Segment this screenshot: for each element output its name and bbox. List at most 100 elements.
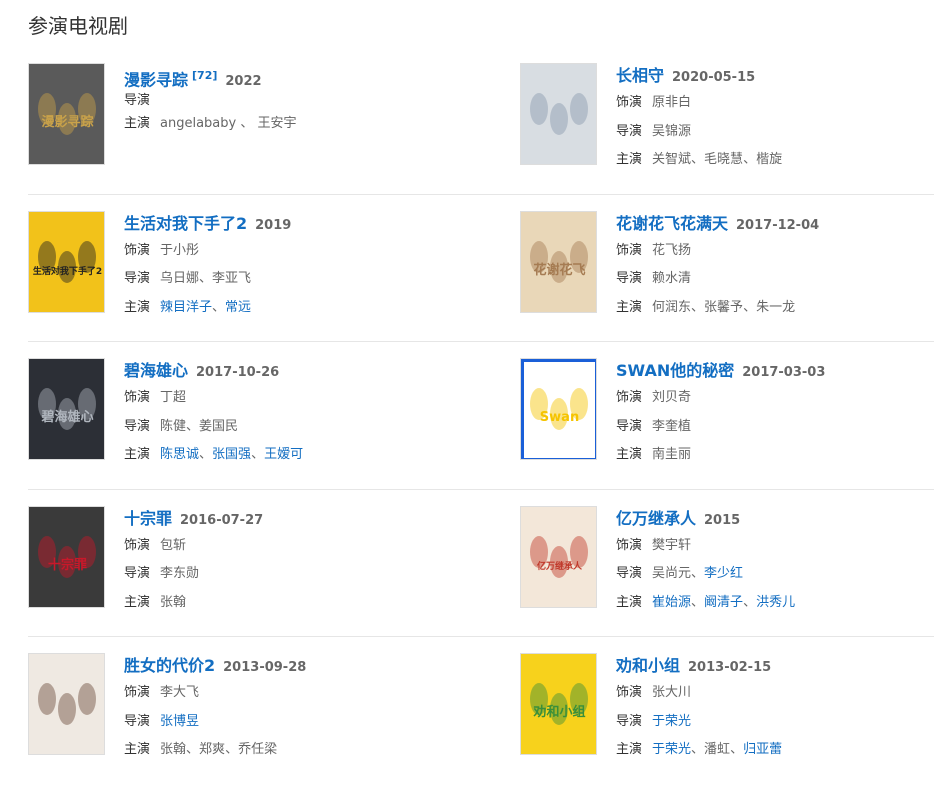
credit-line: 主演 张翰: [124, 589, 464, 618]
credit-label: 导演: [616, 566, 643, 581]
person-name: 李大飞: [160, 685, 200, 700]
credit-line: 饰演 包斩: [124, 532, 464, 561]
person-name: angelababy: [160, 116, 237, 131]
person-name: 姜国民: [199, 418, 239, 434]
drama-title-link[interactable]: 胜女的代价2: [124, 656, 215, 675]
separator: 、: [212, 299, 226, 315]
person-link[interactable]: 李少红: [704, 566, 743, 581]
citation-link[interactable]: [72]: [192, 69, 217, 82]
credit-label: 饰演: [124, 685, 151, 700]
drama-item: 生活对我下手了2 生活对我下手了2 2019 饰演 于小彤 导演 乌日娜、李亚飞 主演 辣目洋子…: [28, 210, 468, 319]
drama-title-line: 碧海雄心 2017-10-26: [124, 358, 464, 384]
drama-poster[interactable]: 生活对我下手了2: [28, 210, 105, 313]
person-name: 关智斌: [652, 152, 692, 167]
drama-item: 花谢花飞 花谢花飞花满天 2017-12-04 饰演 花飞扬 导演 赖水清 主演 何润东、张馨予…: [520, 210, 934, 319]
credit-label: 主演: [616, 594, 643, 610]
credit-label: 主演: [124, 116, 151, 131]
person-name: 吴锦源: [652, 123, 692, 139]
drama-info: 亿万继承人 2015 饰演 樊宇轩 导演 吴尚元、李少红 主演 崔始源、阚清子、洪秀儿: [616, 506, 934, 618]
person-name: 毛晓慧: [704, 152, 744, 167]
person-link[interactable]: 辣目洋子: [160, 300, 212, 315]
person-link[interactable]: 常远: [225, 300, 251, 315]
person-link[interactable]: 崔始源: [652, 595, 691, 610]
credit-label: 饰演: [124, 242, 151, 258]
drama-title-link[interactable]: 亿万继承人: [616, 509, 696, 528]
drama-date: 2022: [225, 74, 262, 90]
drama-title-link[interactable]: 十宗罪: [124, 509, 172, 528]
credit-label: 饰演: [616, 390, 643, 405]
credit-label: 主演: [124, 742, 151, 757]
drama-title-line: 漫影寻踪 [72] 2022: [124, 63, 464, 89]
drama-poster[interactable]: Swan: [520, 358, 597, 460]
drama-title-link[interactable]: SWAN他的秘密: [616, 361, 734, 380]
drama-title-line: 长相守 2020-05-15: [616, 63, 934, 89]
drama-poster[interactable]: [520, 63, 597, 165]
separator: 、: [186, 742, 200, 757]
drama-title-link[interactable]: 生活对我下手了2: [124, 214, 247, 233]
person-name: 张翰: [160, 594, 187, 610]
svg-text:漫影寻踪: 漫影寻踪: [41, 114, 93, 130]
drama-date: 2015: [704, 512, 741, 528]
credit-label: 主演: [124, 594, 151, 610]
drama-date: 2017-10-26: [196, 365, 280, 380]
person-link[interactable]: 于荣光: [652, 742, 691, 757]
drama-poster[interactable]: 十宗罪: [28, 505, 105, 608]
person-name: 朱一龙: [756, 299, 796, 315]
drama-poster[interactable]: [28, 653, 105, 755]
person-link[interactable]: 阚清子: [704, 595, 743, 610]
separator: 、: [743, 299, 757, 315]
person-name: 楷旋: [756, 152, 783, 167]
drama-item: 胜女的代价2 2013-09-28 饰演 李大飞 导演 张博昱 主演 张翰、郑爽、乔任梁: [28, 653, 468, 761]
drama-poster[interactable]: 亿万继承人: [520, 505, 597, 608]
drama-item: Swan SWAN他的秘密 2017-03-03 饰演 刘贝奇 导演 李奎植 主演 南圭丽: [520, 358, 934, 466]
drama-title-link[interactable]: 花谢花飞花满天: [616, 214, 728, 233]
drama-info: 十宗罪 2016-07-27 饰演 包斩 导演 李东勋 主演 张翰: [124, 506, 464, 618]
credit-label: 导演: [616, 713, 643, 729]
credit-label: 饰演: [616, 242, 643, 258]
drama-info: 碧海雄心 2017-10-26 饰演 丁超 导演 陈健、姜国民 主演 陈思诚、张国强、王嫒可: [124, 358, 464, 470]
drama-title-link[interactable]: 劝和小组: [616, 656, 680, 675]
drama-item: 漫影寻踪 漫影寻踪 [72] 2022 导演 主演 angelababy 、 王安宇: [28, 63, 468, 171]
drama-info: 漫影寻踪 [72] 2022 导演 主演 angelababy 、 王安宇: [124, 63, 464, 135]
person-name: 原非白: [652, 95, 692, 110]
drama-date: 2013-09-28: [223, 660, 307, 675]
credit-line: 主演 张翰、郑爽、乔任梁: [124, 736, 464, 765]
person-name: 丁超: [160, 390, 187, 405]
person-link[interactable]: 陈思诚: [160, 447, 199, 462]
svg-text:花谢花飞: 花谢花飞: [533, 262, 585, 278]
person-name: 张翰: [160, 742, 187, 757]
drama-info: 劝和小组 2013-02-15 饰演 张大川 导演 于荣光 主演 于荣光、潘虹、归亚蕾: [616, 653, 934, 765]
drama-title-link[interactable]: 长相守: [616, 66, 664, 85]
credit-label: 饰演: [616, 537, 643, 553]
person-link[interactable]: 张博昱: [160, 714, 199, 729]
credit-line: 导演: [124, 89, 464, 112]
credit-line: 导演 陈健、姜国民: [124, 413, 464, 442]
drama-poster[interactable]: 碧海雄心: [28, 358, 105, 460]
person-name: 张大川: [652, 685, 692, 700]
credit-label: 饰演: [124, 537, 151, 553]
credit-line: 饰演 李大飞: [124, 679, 464, 708]
drama-title-link[interactable]: 碧海雄心: [124, 361, 188, 380]
section-title: 参演电视剧: [28, 14, 128, 38]
person-link[interactable]: 张国强: [212, 447, 251, 462]
credit-label: 饰演: [616, 95, 643, 110]
credit-line: 导演 乌日娜、李亚飞: [124, 265, 464, 294]
separator: 、: [743, 152, 757, 167]
drama-title-link[interactable]: 漫影寻踪: [124, 70, 188, 89]
drama-date: 2013-02-15: [688, 660, 772, 675]
credit-label: 主演: [616, 299, 643, 315]
drama-title-line: 十宗罪 2016-07-27: [124, 506, 464, 532]
drama-poster[interactable]: 花谢花飞: [520, 210, 597, 313]
person-link[interactable]: 归亚蕾: [743, 742, 782, 757]
separator: 、: [186, 418, 200, 434]
person-link[interactable]: 洪秀儿: [756, 595, 795, 610]
person-link[interactable]: 王嫒可: [264, 447, 303, 462]
drama-poster[interactable]: 劝和小组: [520, 653, 597, 755]
credit-line: 主演 南圭丽: [616, 441, 934, 470]
drama-item: 十宗罪 十宗罪 2016-07-27 饰演 包斩 导演 李东勋 主演 张翰: [28, 505, 468, 614]
svg-text:劝和小组: 劝和小组: [532, 704, 585, 720]
person-link[interactable]: 于荣光: [652, 714, 691, 729]
credit-line: 主演 陈思诚、张国强、王嫒可: [124, 441, 464, 470]
separator: 、: [743, 594, 757, 610]
drama-poster[interactable]: 漫影寻踪: [28, 63, 105, 165]
